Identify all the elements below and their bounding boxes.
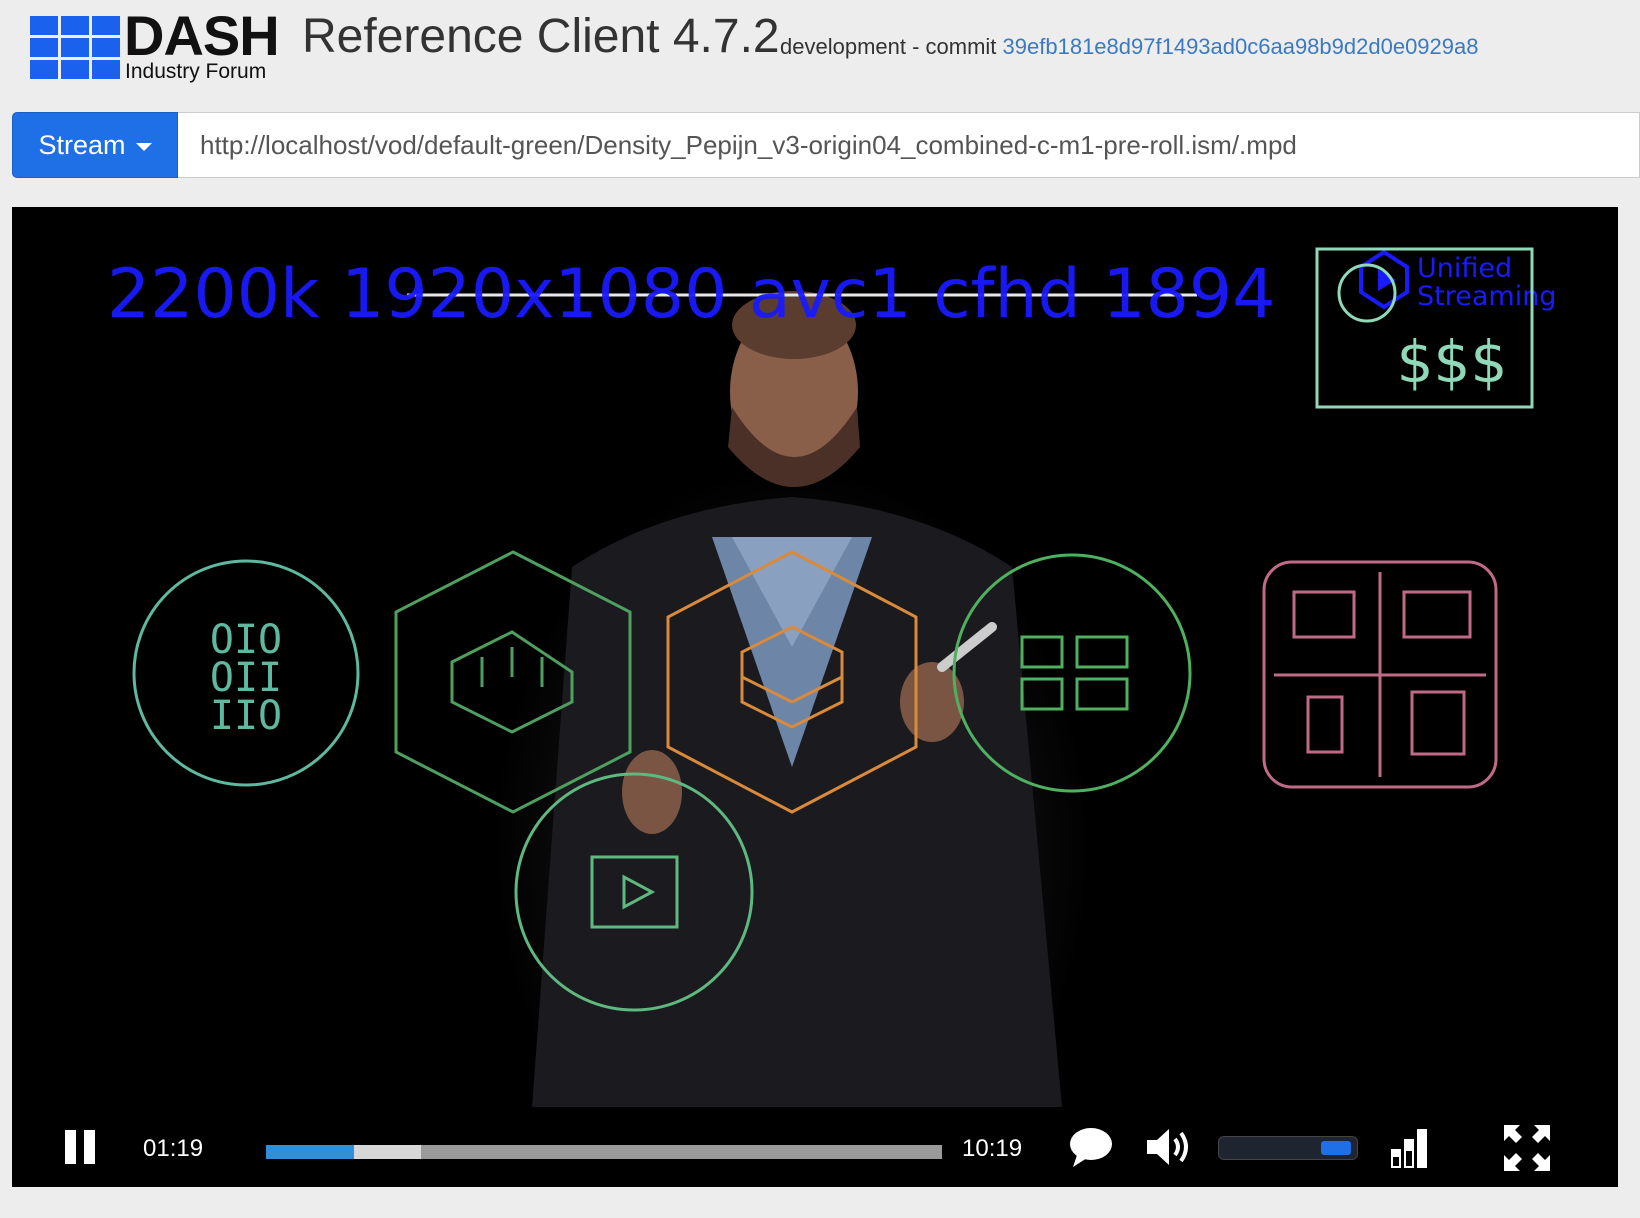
page-title: Reference Client 4.7.2 bbox=[302, 13, 780, 61]
build-info: development - commit 39efb181e8d97f1493a… bbox=[780, 34, 1478, 60]
caret-down-icon bbox=[135, 142, 152, 151]
stream-button-label: Stream bbox=[38, 129, 126, 160]
seek-bar[interactable] bbox=[266, 1145, 942, 1159]
bitrate-overlay-text: 2200k 1920x1080 avc1 cfhd 1894 bbox=[107, 255, 1276, 334]
logo-subtitle: Industry Forum bbox=[125, 60, 267, 83]
svg-text:IIO: IIO bbox=[210, 693, 282, 739]
duration-time: 10:19 bbox=[962, 1135, 1023, 1162]
handwritten-note: $$$ bbox=[1397, 328, 1508, 396]
current-time: 01:19 bbox=[143, 1135, 204, 1162]
pause-icon[interactable] bbox=[65, 1130, 97, 1164]
watermark-line1: Unified bbox=[1417, 253, 1512, 284]
video-player[interactable]: OIO OII IIO Unified Streaming $$$ 2200k … bbox=[12, 207, 1618, 1187]
volume-level bbox=[1321, 1141, 1351, 1155]
player-controls: 01:19 10:19 bbox=[12, 1107, 1618, 1187]
volume-slider[interactable] bbox=[1218, 1136, 1358, 1160]
captions-icon[interactable] bbox=[1067, 1125, 1115, 1169]
watermark-line2: Streaming bbox=[1417, 281, 1556, 312]
video-frame: OIO OII IIO Unified Streaming $$$ bbox=[12, 207, 1618, 1107]
build-label: development - commit bbox=[780, 34, 997, 59]
dash-logo-icon bbox=[30, 16, 120, 80]
stream-dropdown-button[interactable]: Stream bbox=[12, 112, 178, 178]
volume-icon[interactable] bbox=[1145, 1125, 1191, 1169]
stream-url-bar: Stream bbox=[12, 112, 1640, 178]
played-bar bbox=[266, 1145, 354, 1159]
logo-title: DASH bbox=[124, 4, 280, 67]
app-title: Reference Client bbox=[302, 10, 660, 63]
version-number: 4.7.2 bbox=[672, 10, 780, 63]
header: DASH Industry Forum Reference Client 4.7… bbox=[0, 0, 1640, 100]
stream-url-input[interactable] bbox=[178, 112, 1640, 178]
bitrate-settings-icon[interactable] bbox=[1390, 1127, 1430, 1169]
commit-link[interactable]: 39efb181e8d97f1493ad0c6aa98b9d2d0e0929a8 bbox=[1003, 34, 1479, 59]
fullscreen-icon[interactable] bbox=[1504, 1125, 1550, 1171]
